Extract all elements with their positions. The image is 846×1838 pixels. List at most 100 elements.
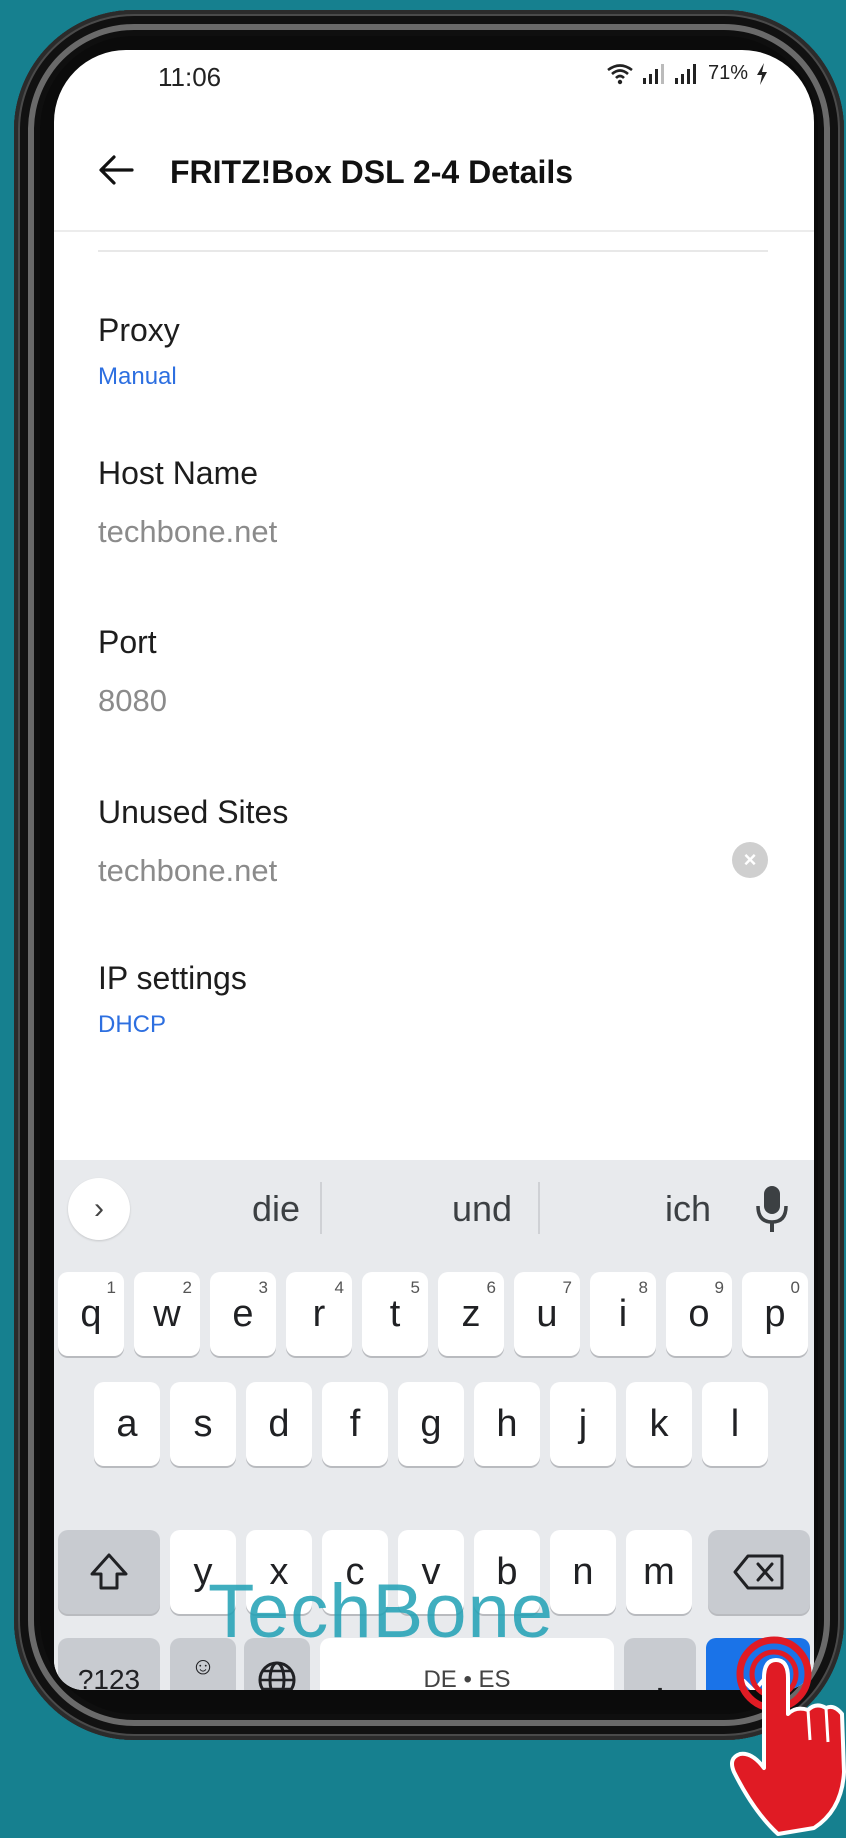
symbols-key[interactable]: ?123 <box>58 1638 160 1690</box>
key-o[interactable]: o9 <box>666 1272 732 1356</box>
port-field[interactable]: 8080 <box>98 683 768 719</box>
comma-label: , <box>200 1680 207 1691</box>
key-hint: 9 <box>714 1278 724 1297</box>
shift-icon <box>90 1553 128 1590</box>
microphone-button[interactable] <box>752 1182 792 1238</box>
status-bar: 11:06 71% <box>54 50 814 106</box>
key-hint: 4 <box>334 1278 344 1297</box>
chevron-right-icon: › <box>94 1192 104 1225</box>
period-key[interactable]: . <box>624 1638 696 1690</box>
key-label: r <box>312 1292 326 1335</box>
key-a[interactable]: a <box>94 1382 160 1466</box>
key-label: t <box>389 1292 401 1335</box>
key-hint: 2 <box>182 1278 192 1297</box>
backspace-key[interactable] <box>708 1530 810 1614</box>
key-hint: 5 <box>410 1278 420 1297</box>
key-j[interactable]: j <box>550 1382 616 1466</box>
key-label: o <box>688 1292 710 1335</box>
key-l[interactable]: l <box>702 1382 768 1466</box>
key-hint: 0 <box>790 1278 800 1297</box>
page-title: FRITZ!Box DSL 2-4 Details <box>170 154 574 190</box>
port-label: Port <box>98 624 157 660</box>
key-f[interactable]: f <box>322 1382 388 1466</box>
unused-sites-label: Unused Sites <box>98 794 289 830</box>
key-b[interactable]: b <box>474 1530 540 1614</box>
key-label: w <box>153 1292 181 1335</box>
battery-percent: 71% <box>707 62 748 84</box>
key-i[interactable]: i8 <box>590 1272 656 1356</box>
key-k[interactable]: k <box>626 1382 692 1466</box>
key-hint: 7 <box>562 1278 572 1297</box>
suggestion-divider <box>320 1182 322 1234</box>
key-c[interactable]: c <box>322 1530 388 1614</box>
phone-screen: 11:06 71% FRITZ!Box DSL 2-4 Details Prox… <box>54 50 814 1690</box>
proxy-setting[interactable]: Proxy Manual <box>98 312 768 391</box>
suggestion-strip: › die und ich <box>54 1160 814 1258</box>
key-w[interactable]: w2 <box>134 1272 200 1356</box>
key-m[interactable]: m <box>626 1530 692 1614</box>
key-p[interactable]: p0 <box>742 1272 808 1356</box>
key-label: z <box>461 1292 481 1335</box>
key-t[interactable]: t5 <box>362 1272 428 1356</box>
key-hint: 1 <box>106 1278 116 1297</box>
ip-settings-label: IP settings <box>98 960 247 996</box>
close-icon: × <box>743 847 757 872</box>
key-hint: 3 <box>258 1278 268 1297</box>
ip-settings-value: DHCP <box>98 1011 167 1038</box>
suggestion-2[interactable]: und <box>382 1188 582 1230</box>
charging-icon <box>757 62 767 85</box>
unused-sites-field[interactable]: techbone.net <box>98 853 768 889</box>
back-button[interactable] <box>92 146 140 194</box>
proxy-label: Proxy <box>98 312 180 348</box>
key-d[interactable]: d <box>246 1382 312 1466</box>
key-h[interactable]: h <box>474 1382 540 1466</box>
status-time: 11:06 <box>158 62 222 92</box>
key-label: i <box>618 1292 628 1335</box>
suggestion-1[interactable]: die <box>176 1188 376 1230</box>
arrow-left-icon <box>99 155 134 185</box>
wifi-icon <box>607 63 633 84</box>
key-y[interactable]: y <box>170 1530 236 1614</box>
space-key[interactable]: DE • ES <box>320 1638 614 1690</box>
microphone-icon <box>756 1186 788 1232</box>
key-label: u <box>536 1292 558 1335</box>
expand-toolbar-button[interactable]: › <box>68 1178 130 1240</box>
key-v[interactable]: v <box>398 1530 464 1614</box>
app-bar: FRITZ!Box DSL 2-4 Details <box>54 106 814 232</box>
host-name-field[interactable]: techbone.net <box>98 514 768 550</box>
shift-key[interactable] <box>58 1530 160 1614</box>
language-key[interactable] <box>244 1638 310 1690</box>
backspace-icon <box>733 1554 784 1590</box>
key-g[interactable]: g <box>398 1382 464 1466</box>
status-icons: 71% <box>606 62 768 85</box>
key-hint: 6 <box>486 1278 496 1297</box>
key-s[interactable]: s <box>170 1382 236 1466</box>
unused-sites-setting: Unused Sites techbone.net × <box>98 794 768 889</box>
divider <box>98 250 768 252</box>
suggestion-divider <box>538 1182 540 1234</box>
key-e[interactable]: e3 <box>210 1272 276 1356</box>
key-label: p <box>764 1292 786 1335</box>
emoji-key[interactable]: ☺ , <box>170 1638 236 1690</box>
clear-button[interactable]: × <box>732 842 768 878</box>
proxy-value: Manual <box>98 363 177 390</box>
host-name-label: Host Name <box>98 455 259 491</box>
keyboard: › die und ich q1w2e3r4t5z6u7i8o9p0 asdfg… <box>54 1160 814 1690</box>
key-label: q <box>80 1292 102 1335</box>
hand-pointer-icon <box>730 1636 846 1836</box>
ip-settings-setting[interactable]: IP settings DHCP <box>98 960 768 1039</box>
port-setting: Port 8080 <box>98 624 768 719</box>
key-hint: 8 <box>638 1278 648 1297</box>
key-r[interactable]: r4 <box>286 1272 352 1356</box>
key-label: e <box>232 1292 254 1335</box>
globe-icon <box>258 1661 296 1690</box>
signal-icon-2 <box>674 63 696 84</box>
emoji-icon: ☺ <box>190 1653 216 1680</box>
key-x[interactable]: x <box>246 1530 312 1614</box>
key-u[interactable]: u7 <box>514 1272 580 1356</box>
key-n[interactable]: n <box>550 1530 616 1614</box>
signal-icon <box>642 63 664 84</box>
key-q[interactable]: q1 <box>58 1272 124 1356</box>
key-z[interactable]: z6 <box>438 1272 504 1356</box>
host-name-setting: Host Name techbone.net <box>98 455 768 550</box>
